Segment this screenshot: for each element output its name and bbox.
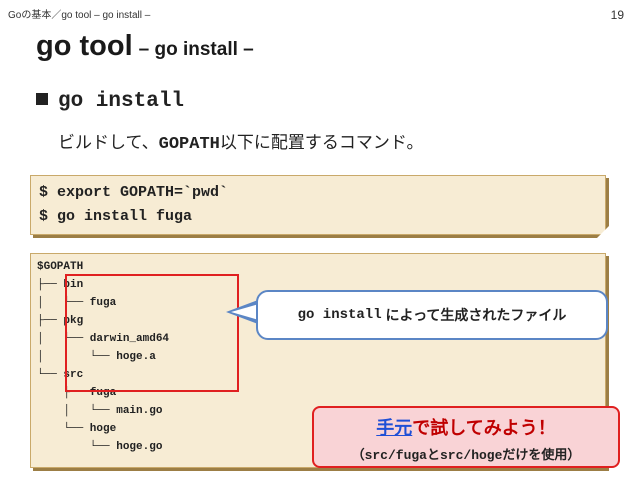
- tree-line: └── hoge: [37, 423, 117, 435]
- tree-line: └── hoge.go: [37, 441, 163, 453]
- command-line: $ export GOPATH=`pwd`: [39, 184, 229, 201]
- bullet-text: go install: [58, 90, 185, 113]
- page-fold-icon: [597, 226, 609, 238]
- title-main: go tool: [36, 30, 133, 62]
- page-number: 19: [610, 8, 624, 22]
- note-highlight: 手元: [376, 418, 413, 438]
- note-line-1: 手元で試してみよう！: [314, 414, 618, 440]
- breadcrumb: Goの基本／go tool – go install –: [8, 10, 151, 21]
- command-line: $ go install fuga: [39, 208, 193, 225]
- callout-pointer-inner: [231, 304, 259, 320]
- callout-text: によって生成されたファイル: [385, 307, 567, 323]
- tree-line: $GOPATH: [37, 261, 84, 273]
- command-box: $ export GOPATH=`pwd` $ go install fuga: [30, 175, 609, 238]
- description-after: 以下に配置するコマンド。: [219, 133, 424, 152]
- square-bullet-icon: [36, 93, 48, 105]
- tree-line: │ └── main.go: [37, 405, 163, 417]
- callout-bubble: go install によって生成されたファイル: [256, 290, 608, 340]
- description-before: ビルドして、: [58, 133, 159, 152]
- callout-code: go install: [297, 307, 382, 323]
- note-line-2: （src/fugaとsrc/hogeだけを使用）: [351, 448, 581, 463]
- page-title: go tool – go install –: [36, 30, 254, 63]
- bullet-heading: go install: [36, 90, 184, 113]
- title-sub: – go install –: [138, 39, 254, 60]
- description-code: GOPATH: [158, 135, 220, 154]
- generated-files-highlight: [65, 274, 239, 392]
- try-it-note: 手元で試してみよう！ （src/fugaとsrc/hogeだけを使用）: [312, 406, 620, 468]
- note-line-1-rest: で試してみよう！: [412, 418, 556, 438]
- description: ビルドして、GOPATH以下に配置するコマンド。: [58, 128, 424, 154]
